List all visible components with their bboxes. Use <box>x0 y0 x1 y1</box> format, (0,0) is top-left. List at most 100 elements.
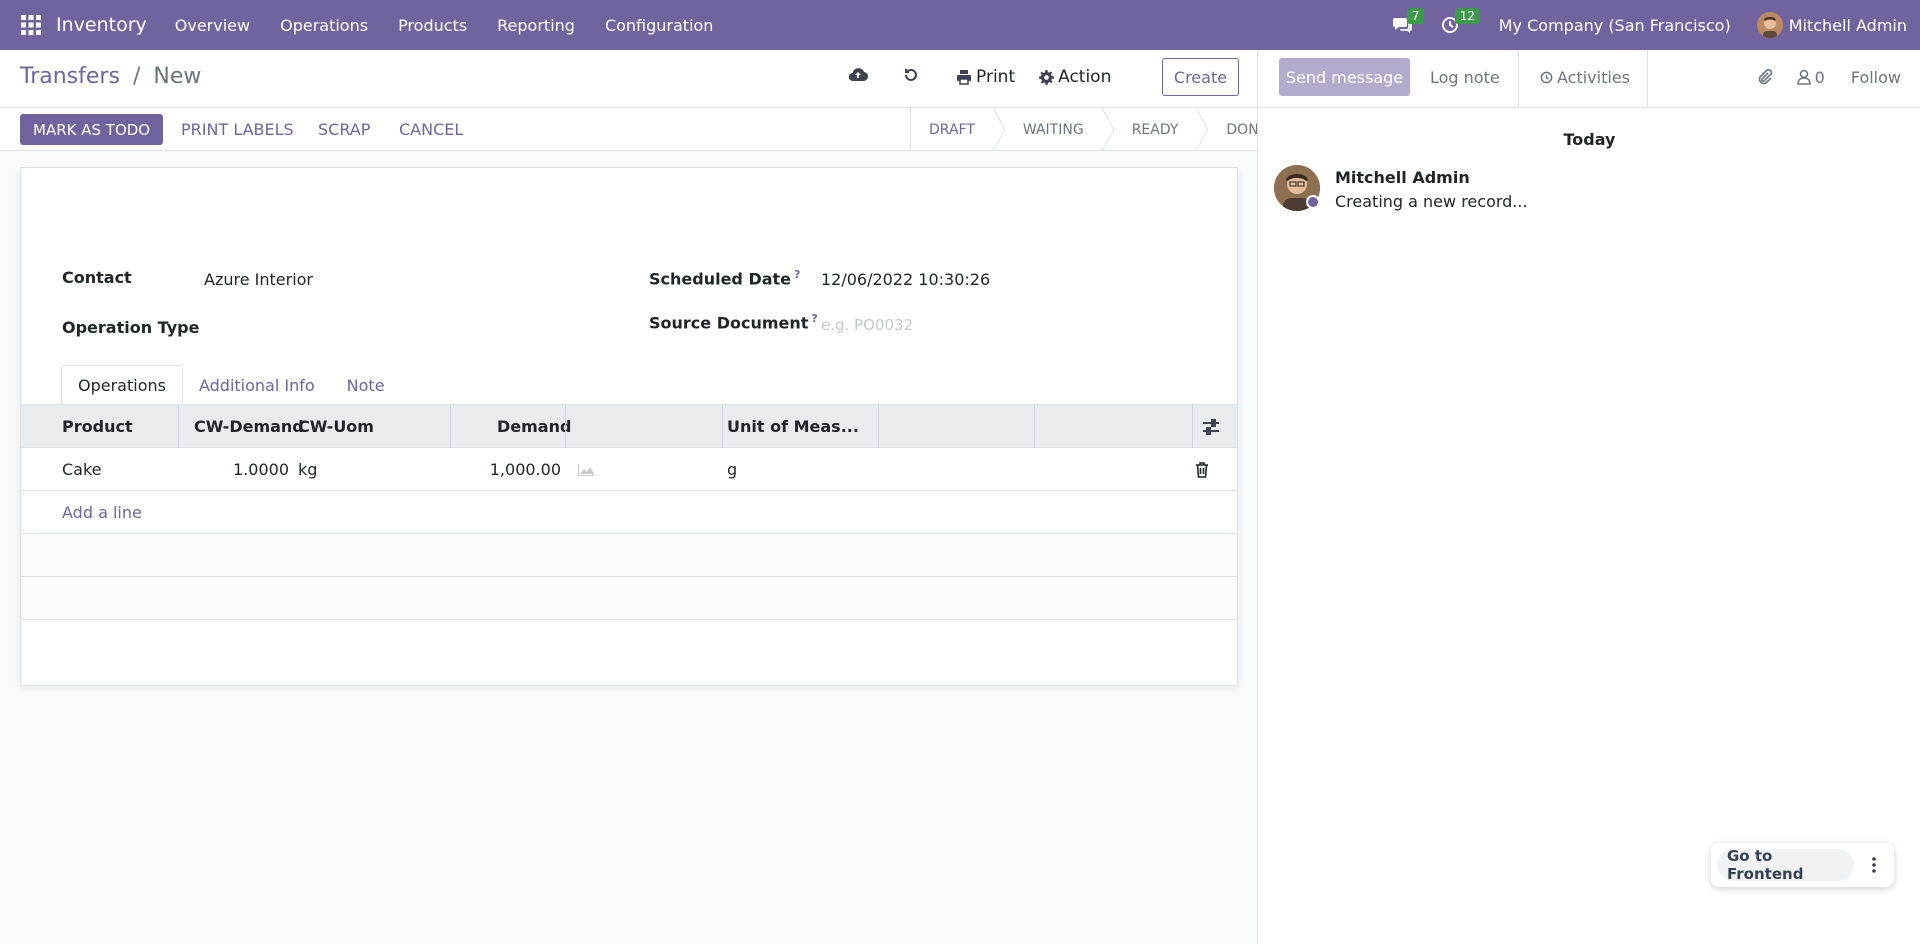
paperclip-icon[interactable] <box>1757 68 1773 86</box>
action-label: Action <box>1058 67 1112 87</box>
column-header-unit-of-measure[interactable]: Unit of Meas... <box>727 405 859 448</box>
column-divider <box>878 405 879 448</box>
column-header-product[interactable]: Product <box>62 405 133 448</box>
cell-unit-of-measure[interactable]: g <box>727 448 737 491</box>
gear-icon <box>1039 69 1055 85</box>
frontend-widget: Go to Frontend <box>1711 843 1894 887</box>
menu-products[interactable]: Products <box>398 16 467 35</box>
tab-additional-info[interactable]: Additional Info <box>183 365 331 405</box>
scheduled-date-label: Scheduled Date? <box>649 268 800 288</box>
send-message-button[interactable]: Send message <box>1279 58 1410 96</box>
cell-cw-demand[interactable]: 1.0000 <box>201 448 289 491</box>
breadcrumb-separator: / <box>132 64 141 89</box>
cell-product[interactable]: Cake <box>62 448 102 491</box>
column-header-cw-uom[interactable]: CW-Uom <box>298 405 374 448</box>
column-divider <box>450 405 451 448</box>
status-steps: DRAFT WAITING READY DONE <box>910 108 1286 151</box>
step-separator <box>1101 108 1114 151</box>
log-note-button[interactable]: Log note <box>1430 58 1500 96</box>
company-switcher[interactable]: My Company (San Francisco) <box>1499 16 1731 35</box>
user-menu[interactable]: Mitchell Admin <box>1789 16 1907 35</box>
print-label: Print <box>976 67 1016 87</box>
menu-reporting[interactable]: Reporting <box>497 16 575 35</box>
cloud-upload-icon[interactable] <box>848 66 870 88</box>
chatter-panel: Send message Log note Activities 0 Follo… <box>1257 50 1920 944</box>
chatter-topbar: Send message Log note Activities 0 Follo… <box>1258 50 1920 108</box>
table-header: Product CW-Demand CW-Uom Demand Unit of … <box>21 404 1237 448</box>
help-tooltip-icon[interactable]: ? <box>794 268 800 281</box>
systray: 7 12 My Company (San Francisco) Mitchell… <box>1392 0 1907 50</box>
menu-operations[interactable]: Operations <box>280 16 368 35</box>
forecast-chart-icon[interactable] <box>577 448 595 491</box>
add-line-row: Add a line <box>21 491 1237 534</box>
menu-overview[interactable]: Overview <box>175 16 250 35</box>
help-tooltip-icon[interactable]: ? <box>811 312 817 325</box>
messages-count-badge: 7 <box>1406 8 1425 24</box>
table-row[interactable]: Cake 1.0000 kg 1,000.00 g <box>21 448 1237 491</box>
message-author[interactable]: Mitchell Admin <box>1335 168 1470 187</box>
scheduled-date-label-text: Scheduled Date <box>649 269 792 289</box>
column-divider <box>1192 405 1193 448</box>
control-panel: Transfers / New Print Action Create <box>0 50 1257 108</box>
column-header-demand[interactable]: Demand <box>497 405 571 448</box>
apps-grid-icon[interactable] <box>20 14 42 36</box>
user-avatar[interactable] <box>1756 12 1783 38</box>
follow-button[interactable]: Follow <box>1851 68 1901 87</box>
column-divider <box>1034 405 1035 448</box>
breadcrumb-transfers[interactable]: Transfers <box>20 64 120 89</box>
status-step-waiting[interactable]: WAITING <box>1005 108 1102 151</box>
activities-systray[interactable]: 12 <box>1441 8 1481 34</box>
step-separator <box>1196 108 1209 151</box>
menu-configuration[interactable]: Configuration <box>605 16 714 35</box>
clock-icon <box>1540 71 1553 84</box>
empty-row <box>21 577 1237 620</box>
chatter-divider <box>1647 50 1648 108</box>
app-brand[interactable]: Inventory <box>56 14 147 36</box>
more-options-icon[interactable] <box>1860 849 1888 881</box>
message-body: Creating a new record... <box>1335 192 1528 211</box>
source-document-label: Source Document? <box>649 312 818 332</box>
operation-type-label: Operation Type <box>62 318 200 337</box>
tab-note[interactable]: Note <box>331 365 401 405</box>
notebook-tabs: Operations Additional Info Note <box>61 365 1237 405</box>
top-navbar: Inventory Overview Operations Products R… <box>0 0 1920 50</box>
cell-demand[interactable]: 1,000.00 <box>461 448 561 491</box>
followers-count[interactable]: 0 <box>1815 68 1825 87</box>
cancel-button[interactable]: CANCEL <box>399 114 463 145</box>
online-status-icon <box>1306 195 1320 209</box>
activities-button[interactable]: Activities <box>1540 58 1630 96</box>
tab-operations[interactable]: Operations <box>61 365 183 405</box>
create-button[interactable]: Create <box>1162 58 1239 96</box>
scrap-button[interactable]: SCRAP <box>318 114 370 145</box>
chatter-divider <box>1518 50 1519 108</box>
contact-label: Contact <box>62 268 132 287</box>
form-sheet: Contact Azure Interior Operation Type Sc… <box>20 167 1238 686</box>
source-document-label-text: Source Document <box>649 313 809 333</box>
status-step-ready[interactable]: READY <box>1114 108 1197 151</box>
print-labels-button[interactable]: PRINT LABELS <box>181 114 294 145</box>
column-header-cw-demand[interactable]: CW-Demand <box>194 405 304 448</box>
add-a-line-link[interactable]: Add a line <box>62 491 142 534</box>
status-step-draft[interactable]: DRAFT <box>911 108 993 151</box>
scheduled-date-field[interactable]: 12/06/2022 10:30:26 <box>821 270 990 289</box>
action-button[interactable]: Action <box>1039 67 1111 87</box>
source-document-field[interactable]: e.g. PO0032 <box>821 316 913 334</box>
date-separator: Today <box>1563 130 1616 149</box>
user-icon[interactable] <box>1796 69 1811 85</box>
column-divider <box>722 405 723 448</box>
chatter-actions: 0 Follow <box>1757 58 1901 96</box>
operations-table: Product CW-Demand CW-Uom Demand Unit of … <box>21 404 1237 620</box>
optional-columns-icon[interactable] <box>1202 405 1220 448</box>
discard-undo-icon[interactable] <box>902 66 924 88</box>
go-to-frontend-button[interactable]: Go to Frontend <box>1717 847 1855 883</box>
printer-icon <box>956 69 972 85</box>
activities-label: Activities <box>1557 67 1630 87</box>
breadcrumb-current: New <box>153 64 202 89</box>
print-button[interactable]: Print <box>956 67 1015 87</box>
empty-row <box>21 534 1237 577</box>
mark-as-todo-button[interactable]: MARK AS TODO <box>20 114 164 145</box>
cell-cw-uom[interactable]: kg <box>298 448 317 491</box>
contact-field[interactable]: Azure Interior <box>204 270 313 289</box>
trash-icon[interactable] <box>1195 448 1209 491</box>
messages-systray[interactable]: 7 <box>1392 8 1425 34</box>
